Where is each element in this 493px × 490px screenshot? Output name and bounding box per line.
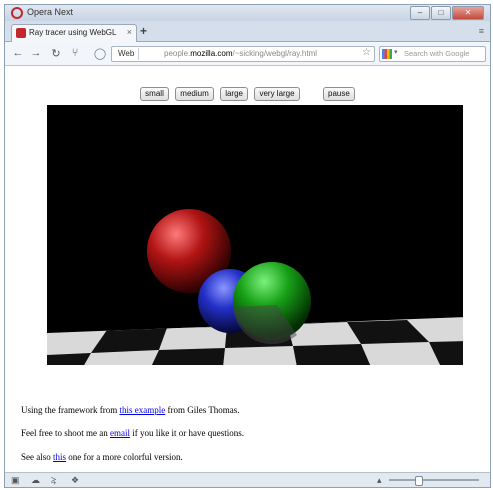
paragraph-framework: Using the framework from this example fr… <box>21 405 240 415</box>
panel-toggle-icon[interactable]: ▣ <box>11 475 20 486</box>
minimize-button[interactable]: – <box>410 6 430 20</box>
email-link[interactable]: email <box>110 428 130 438</box>
share-icon[interactable]: ⥸ <box>51 475 56 486</box>
app-title: Opera Next <box>27 7 74 17</box>
title-bar: Opera Next – □ ✕ <box>5 5 490 21</box>
large-button[interactable]: large <box>220 87 248 101</box>
speed-dial-icon[interactable]: ❖ <box>71 475 79 486</box>
reload-icon[interactable]: ↻ <box>49 47 63 60</box>
navigation-toolbar: ← → ↻ ⑂ ◯ Web people.mozilla.com/~sickin… <box>5 42 490 66</box>
ray-tracer-canvas <box>47 105 463 365</box>
address-bar[interactable]: Web people.mozilla.com/~sicking/webgl/ra… <box>111 46 375 62</box>
tab-bar: Ray tracer using WebGL × + ≡ <box>5 21 490 42</box>
tab-close-icon[interactable]: × <box>127 27 132 37</box>
page-favicon-icon <box>16 28 26 38</box>
close-window-button[interactable]: ✕ <box>452 6 484 20</box>
opera-logo-icon <box>11 7 23 19</box>
tab-menu-icon[interactable]: ≡ <box>479 26 484 36</box>
zoom-out-icon[interactable]: ▴ <box>377 475 382 486</box>
back-icon[interactable]: ← <box>11 47 25 59</box>
paragraph-see-also: See also this one for a more colorful ve… <box>21 452 183 462</box>
cloud-icon[interactable]: ☁ <box>31 475 40 486</box>
this-link[interactable]: this <box>53 452 66 462</box>
zoom-slider-handle[interactable] <box>415 476 423 486</box>
google-icon[interactable] <box>382 49 392 59</box>
maximize-button[interactable]: □ <box>431 6 451 20</box>
small-button[interactable]: small <box>140 87 169 101</box>
status-bar: ▣ ☁ ⥸ ❖ ▴ <box>5 472 490 487</box>
chevron-down-icon[interactable]: ▾ <box>394 48 398 56</box>
zoom-slider[interactable] <box>389 479 479 481</box>
search-placeholder: Search with Google <box>404 49 470 58</box>
search-field[interactable]: ▾ Search with Google <box>379 46 486 62</box>
url-text[interactable]: people.mozilla.com/~sicking/webgl/ray.ht… <box>164 49 317 58</box>
paragraph-contact: Feel free to shoot me an email if you li… <box>21 428 244 438</box>
window-controls: – □ ✕ <box>410 6 484 20</box>
tab-label: Ray tracer using WebGL <box>29 28 117 37</box>
web-badge[interactable]: Web <box>114 48 140 60</box>
very-large-button[interactable]: very large <box>254 87 300 101</box>
size-button-row: small medium large very large pause <box>5 83 490 101</box>
forward-icon[interactable]: → <box>29 47 43 59</box>
pause-button[interactable]: pause <box>323 87 355 101</box>
browser-window: Opera Next – □ ✕ Ray tracer using WebGL … <box>4 4 491 488</box>
tab-ray-tracer[interactable]: Ray tracer using WebGL × <box>11 24 137 42</box>
this-example-link[interactable]: this example <box>119 405 165 415</box>
site-info-icon[interactable]: ◯ <box>93 47 107 60</box>
key-icon[interactable]: ⑂ <box>68 47 82 59</box>
medium-button[interactable]: medium <box>175 87 214 101</box>
page-content: small medium large very large pause Usin… <box>5 66 490 473</box>
new-tab-button[interactable]: + <box>140 24 147 38</box>
bookmark-star-icon[interactable]: ☆ <box>362 47 371 58</box>
